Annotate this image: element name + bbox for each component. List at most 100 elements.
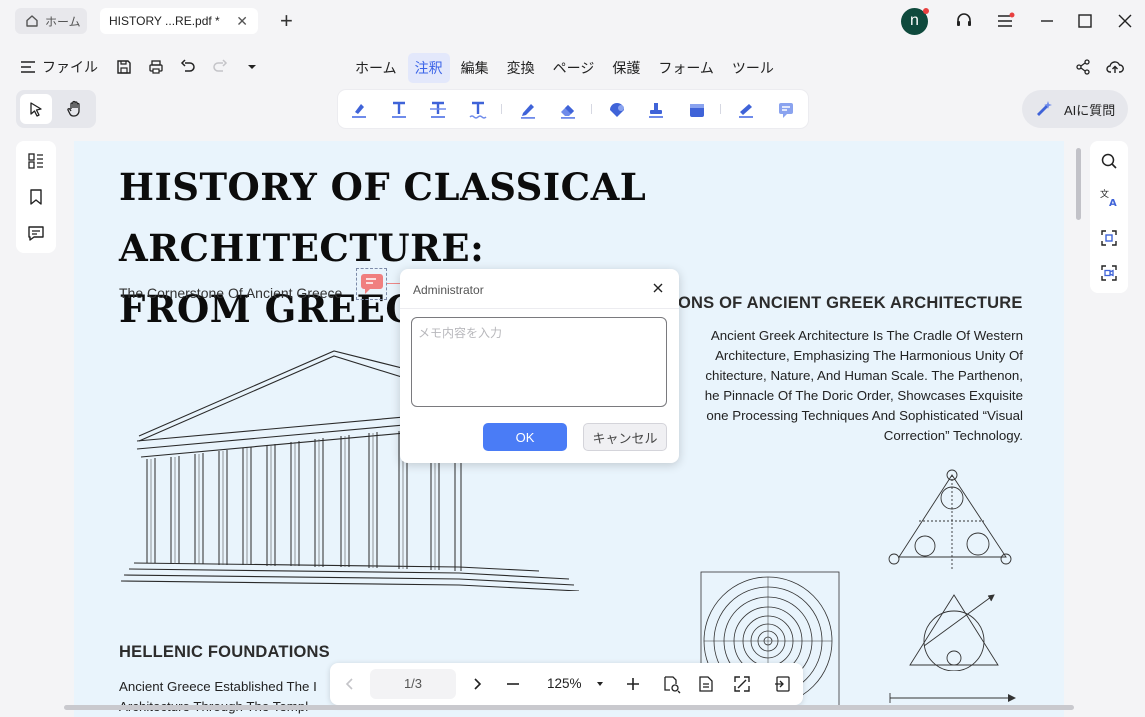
hamburger-icon xyxy=(21,61,35,73)
maximize-icon[interactable] xyxy=(1075,11,1095,31)
note-connector-line xyxy=(387,283,401,284)
stamp-icon[interactable] xyxy=(645,99,667,121)
chevron-left-icon[interactable] xyxy=(340,674,360,694)
title-bar: ホーム HISTORY ...RE.pdf * ✕ + n xyxy=(0,0,1145,42)
horizontal-scrollbar[interactable] xyxy=(64,705,1074,710)
tab-convert[interactable]: 変換 xyxy=(500,53,542,83)
signature-icon[interactable] xyxy=(735,99,757,121)
chevron-down-icon[interactable] xyxy=(243,58,261,76)
menu-bar: ファイル ホーム 注釈 編集 変換 ページ 保護 フォーム ツール xyxy=(0,48,1145,86)
notification-dot xyxy=(923,8,929,14)
page-navigation-bar: 1/3 125% xyxy=(330,663,803,705)
ocr-icon[interactable] xyxy=(1099,228,1119,248)
eraser-icon[interactable] xyxy=(557,99,579,121)
thumbnails-icon[interactable] xyxy=(26,151,46,171)
tab-edit[interactable]: 編集 xyxy=(454,53,496,83)
mode-switcher xyxy=(16,90,96,128)
comments-icon[interactable] xyxy=(26,223,46,243)
select-tool-button[interactable] xyxy=(20,94,52,124)
fullscreen-icon[interactable] xyxy=(732,674,752,694)
cursor-icon xyxy=(30,102,42,117)
tab-document-label: HISTORY ...RE.pdf * xyxy=(109,14,220,28)
text-underline-icon[interactable] xyxy=(427,99,449,121)
ask-ai-label: AIに質問 xyxy=(1064,102,1116,118)
section-heading-origins: ONS OF ANCIENT GREEK ARCHITECTURE xyxy=(678,294,1023,312)
measurement-arrow xyxy=(889,693,1016,703)
avatar-initial: n xyxy=(910,12,919,29)
tab-home-label: ホーム xyxy=(45,14,81,29)
file-menu-button[interactable]: ファイル xyxy=(20,57,98,77)
right-sidebar: 文A xyxy=(1090,141,1128,293)
sticky-note-icon[interactable] xyxy=(775,99,797,121)
tab-form[interactable]: フォーム xyxy=(651,53,721,83)
note-popup: Administrator OK キャンセル xyxy=(400,269,679,463)
annotation-toolbar xyxy=(338,90,808,128)
new-tab-button[interactable]: + xyxy=(280,8,293,34)
file-menu-label: ファイル xyxy=(42,59,98,75)
close-icon[interactable]: ✕ xyxy=(236,13,248,30)
tab-protect[interactable]: 保護 xyxy=(605,53,647,83)
highlight-icon[interactable] xyxy=(348,99,370,121)
note-popup-header: Administrator xyxy=(400,269,679,309)
avatar[interactable]: n xyxy=(901,8,929,35)
tab-annotate[interactable]: 注釈 xyxy=(407,53,450,83)
pencil-icon[interactable] xyxy=(517,99,539,121)
tab-page[interactable]: ページ xyxy=(546,53,602,83)
note-icon xyxy=(360,274,383,294)
headset-icon[interactable] xyxy=(954,11,974,31)
share-icon[interactable] xyxy=(1074,58,1092,76)
search-icon[interactable] xyxy=(1099,151,1119,171)
inscribed-circle-diagram xyxy=(909,594,999,671)
left-sidebar xyxy=(16,141,56,253)
print-icon[interactable] xyxy=(147,58,165,76)
save-icon[interactable] xyxy=(115,58,133,76)
zoom-level[interactable]: 125% xyxy=(547,676,582,691)
hand-icon xyxy=(67,100,80,117)
screen-record-icon[interactable] xyxy=(1099,263,1119,283)
text-strikeout-icon[interactable] xyxy=(388,99,410,121)
minimize-icon[interactable] xyxy=(1037,11,1057,31)
undo-icon[interactable] xyxy=(179,58,197,76)
menu-icon[interactable] xyxy=(995,11,1015,31)
note-author: Administrator xyxy=(413,283,484,297)
zoom-in-icon[interactable] xyxy=(623,674,643,694)
close-icon[interactable] xyxy=(650,280,666,296)
page-layout-icon[interactable] xyxy=(696,674,716,694)
vertical-scrollbar[interactable] xyxy=(1076,148,1081,220)
shape-icon[interactable] xyxy=(606,99,628,121)
text-box-icon[interactable] xyxy=(686,99,708,121)
section-heading-hellenic: HELLENIC FOUNDATIONS xyxy=(119,643,330,661)
page-subtitle: The Cornerstone Of Ancient Greece xyxy=(119,285,343,301)
zoom-dropdown-icon[interactable] xyxy=(590,674,610,694)
text-squiggly-icon[interactable] xyxy=(467,99,489,121)
svg-text:文: 文 xyxy=(1100,188,1109,200)
toolbar-divider xyxy=(501,104,502,114)
title-line-1: HISTORY OF CLASSICAL ARCHITECTURE: xyxy=(119,165,647,270)
ok-button[interactable]: OK xyxy=(483,423,567,451)
triangle-circle-diagram xyxy=(888,469,1012,570)
hand-tool-button[interactable] xyxy=(59,94,91,124)
redo-icon[interactable] xyxy=(211,58,229,76)
main-tabs: ホーム 注釈 編集 変換 ページ 保護 フォーム ツール xyxy=(348,53,781,83)
tab-home[interactable]: ホーム xyxy=(15,8,87,34)
tab-document[interactable]: HISTORY ...RE.pdf * ✕ xyxy=(100,8,258,34)
note-annotation-marker[interactable] xyxy=(356,268,387,300)
close-window-icon[interactable] xyxy=(1115,11,1135,31)
tab-home-menu[interactable]: ホーム xyxy=(348,53,404,83)
page-number-input[interactable]: 1/3 xyxy=(370,669,456,699)
translate-icon[interactable]: 文A xyxy=(1099,187,1119,207)
fit-page-icon[interactable] xyxy=(661,674,681,694)
note-content-input[interactable] xyxy=(411,317,667,407)
bookmark-icon[interactable] xyxy=(26,187,46,207)
cloud-upload-icon[interactable] xyxy=(1106,58,1124,76)
tab-tools[interactable]: ツール xyxy=(725,53,781,83)
ask-ai-button[interactable]: AIに質問 xyxy=(1022,90,1128,128)
chevron-right-icon[interactable] xyxy=(467,674,487,694)
toolbar-divider xyxy=(591,104,592,114)
ai-sparkle-icon xyxy=(1037,101,1052,116)
exit-view-icon[interactable] xyxy=(773,674,793,694)
home-icon xyxy=(26,15,38,27)
zoom-out-icon[interactable] xyxy=(503,674,523,694)
cancel-button[interactable]: キャンセル xyxy=(583,423,667,451)
toolbar-divider xyxy=(720,104,721,114)
